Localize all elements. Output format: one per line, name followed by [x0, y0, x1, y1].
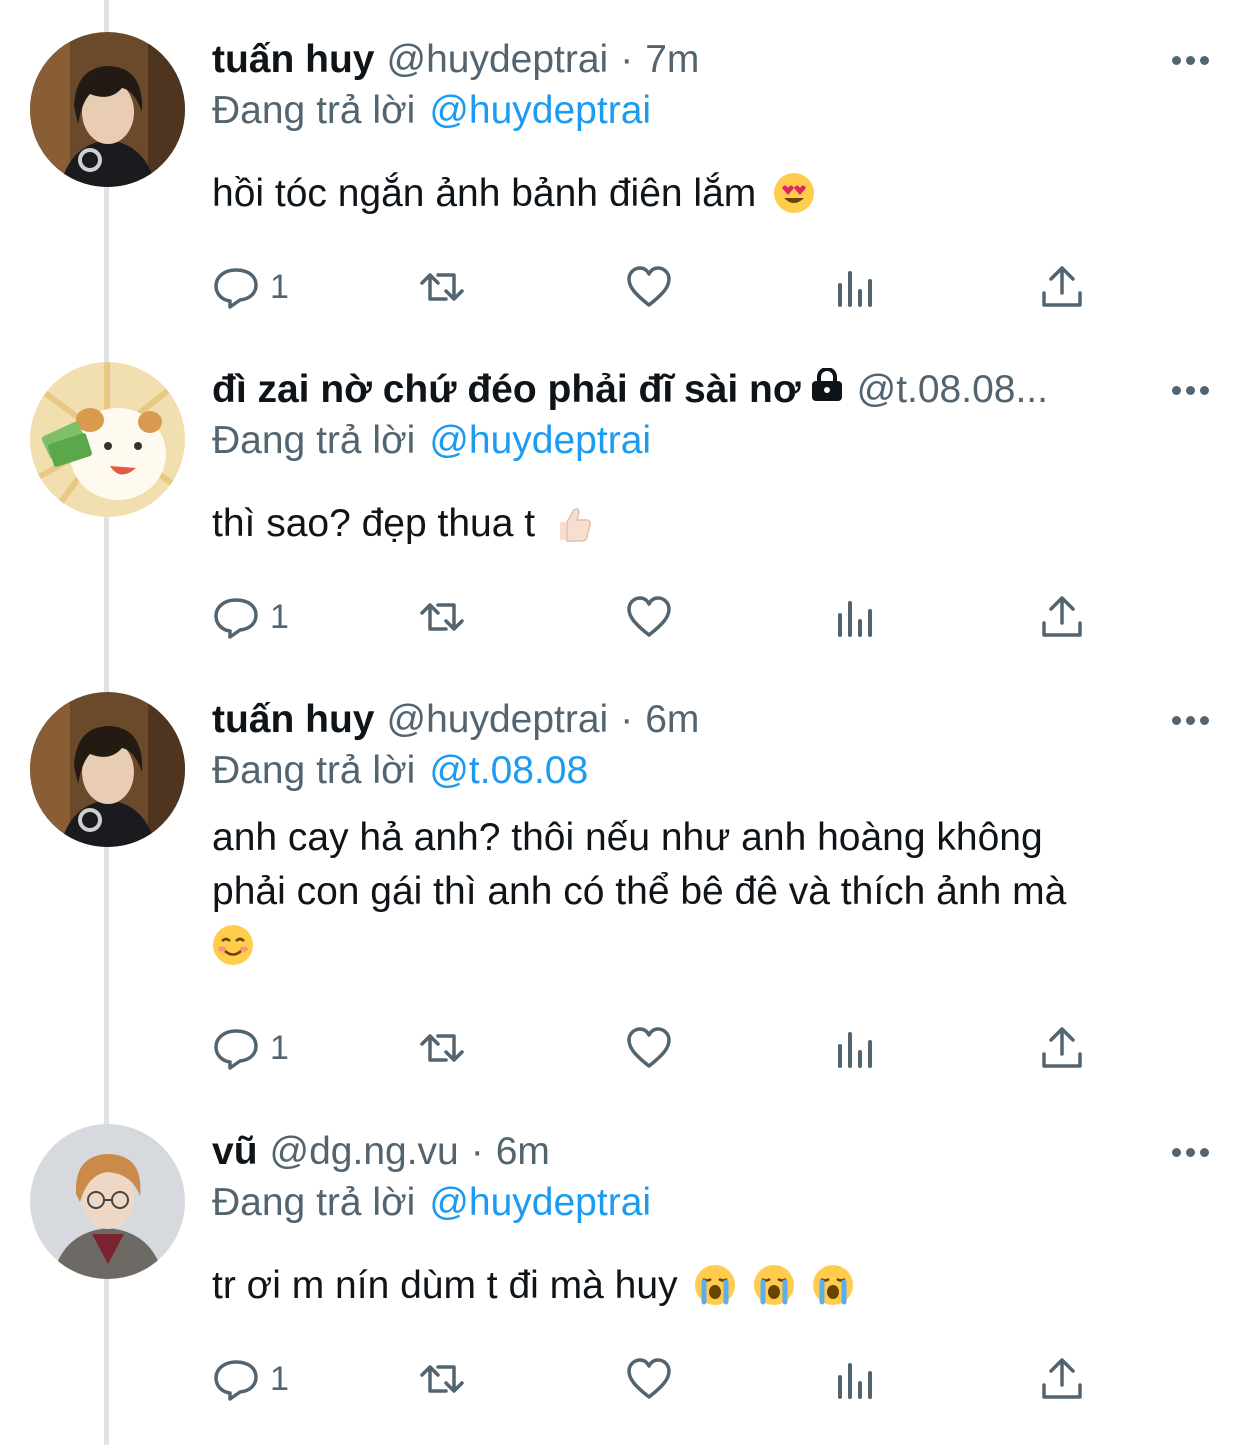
analytics-icon	[838, 271, 872, 307]
tweet-text: tr ơi m nín dùm t đi mà huy	[212, 1259, 1202, 1313]
analytics-button[interactable]	[832, 592, 880, 642]
reply-icon	[214, 1360, 258, 1401]
like-button[interactable]	[625, 262, 673, 312]
tweet-text-line: anh cay hả anh? thôi nếu như anh hoàng k…	[212, 816, 1043, 859]
tweet-text-content: tr ơi m nín dùm t đi mà huy	[212, 1264, 678, 1307]
avatar[interactable]	[30, 362, 185, 517]
retweet-icon	[420, 1365, 464, 1393]
user-handle[interactable]: @huydeptrai	[387, 695, 609, 745]
loudly-crying-emoji	[695, 1265, 736, 1305]
replying-to: Đang trả lời @huydeptrai	[212, 1178, 651, 1228]
replying-to: Đang trả lời @huydeptrai	[212, 416, 651, 466]
share-icon	[1042, 596, 1082, 637]
lock-icon	[811, 368, 842, 401]
separator-dot: ·	[620, 38, 634, 81]
more-options-icon[interactable]	[1168, 1137, 1212, 1167]
reply-mention-link[interactable]: @t.08.08	[429, 749, 588, 792]
tweet-text: thì sao? đẹp thua t	[212, 497, 1202, 551]
reply-mention-link[interactable]: @huydeptrai	[429, 89, 651, 132]
retweet-icon	[420, 1034, 464, 1062]
share-icon	[1042, 1027, 1082, 1068]
reply-mention-link[interactable]: @huydeptrai	[429, 419, 651, 462]
display-name[interactable]: vũ	[212, 1127, 258, 1177]
smiling-face-emoji	[213, 925, 253, 965]
like-button[interactable]	[625, 1354, 673, 1404]
share-button[interactable]	[1038, 1354, 1086, 1404]
reply-mention-link[interactable]: @huydeptrai	[429, 1181, 651, 1224]
timestamp[interactable]: 6m	[496, 1127, 550, 1177]
retweet-button[interactable]	[418, 592, 466, 642]
heart-icon	[627, 266, 671, 307]
replying-to: Đang trả lời @t.08.08	[212, 746, 588, 796]
avatar[interactable]	[30, 32, 185, 187]
retweet-icon	[420, 273, 464, 301]
timestamp[interactable]: 7m	[645, 35, 699, 85]
avatar[interactable]	[30, 1124, 185, 1279]
tweet-text: anh cay hả anh? thôi nếu như anh hoàng k…	[212, 811, 1202, 973]
retweet-button[interactable]	[418, 262, 466, 312]
replying-to-label: Đang trả lời	[212, 89, 416, 132]
more-options-icon[interactable]	[1168, 705, 1212, 735]
display-name[interactable]: tuấn huy	[212, 35, 375, 85]
user-handle[interactable]: @huydeptrai	[387, 35, 609, 85]
analytics-button[interactable]	[832, 262, 880, 312]
display-name[interactable]: tuấn huy	[212, 695, 375, 745]
separator-dot: ·	[620, 698, 634, 741]
replying-to: Đang trả lời @huydeptrai	[212, 86, 651, 136]
tweet-actions: 1	[212, 1354, 1112, 1404]
heart-icon	[627, 1027, 671, 1068]
loudly-crying-emoji	[754, 1265, 795, 1305]
reply-count: 1	[270, 1028, 289, 1067]
analytics-button[interactable]	[832, 1354, 880, 1404]
reply-button[interactable]: 1	[212, 1354, 289, 1404]
share-button[interactable]	[1038, 1023, 1086, 1073]
reply-count: 1	[270, 267, 289, 306]
tweet-actions: 1	[212, 592, 1112, 642]
analytics-icon	[838, 1032, 872, 1068]
user-handle[interactable]: @dg.ng.vu	[270, 1127, 459, 1177]
share-button[interactable]	[1038, 262, 1086, 312]
tweet-actions: 1	[212, 1023, 1112, 1073]
replying-to-label: Đang trả lời	[212, 1181, 416, 1224]
like-button[interactable]	[625, 1023, 673, 1073]
more-options-icon[interactable]	[1168, 45, 1212, 75]
analytics-icon	[838, 1363, 872, 1399]
heart-icon	[627, 1358, 671, 1399]
share-icon	[1042, 1358, 1082, 1399]
share-icon	[1042, 266, 1082, 307]
reply-button[interactable]: 1	[212, 592, 289, 642]
user-handle[interactable]: @t.08.08...	[857, 365, 1048, 415]
analytics-icon	[838, 601, 872, 637]
separator-dot: ·	[470, 1130, 484, 1173]
timestamp[interactable]: 6m	[645, 695, 699, 745]
reply-icon	[214, 268, 258, 309]
display-name[interactable]: đì zai nờ chứ đéo phải đĩ sài nơ	[212, 365, 801, 415]
retweet-button[interactable]	[418, 1023, 466, 1073]
reply-icon	[214, 1029, 258, 1070]
thumbs-up-emoji	[559, 508, 591, 542]
reply-button[interactable]: 1	[212, 262, 289, 312]
tweet-text-content: thì sao? đẹp thua t	[212, 502, 536, 545]
tweet-text: hồi tóc ngắn ảnh bảnh điên lắm	[212, 167, 1202, 221]
tweet-text-content: hồi tóc ngắn ảnh bảnh điên lắm	[212, 172, 757, 215]
share-button[interactable]	[1038, 592, 1086, 642]
tweet-actions: 1	[212, 262, 1112, 312]
avatar[interactable]	[30, 692, 185, 847]
loudly-crying-emoji	[813, 1265, 854, 1305]
retweet-icon	[420, 603, 464, 631]
reply-icon	[214, 598, 258, 639]
analytics-button[interactable]	[832, 1023, 880, 1073]
more-options-icon[interactable]	[1168, 375, 1212, 405]
heart-icon	[627, 596, 671, 637]
retweet-button[interactable]	[418, 1354, 466, 1404]
heart-eyes-emoji	[774, 173, 815, 213]
reply-count: 1	[270, 1359, 289, 1398]
tweet-text-line: phải con gái thì anh có thể bê đê và thí…	[212, 870, 1067, 913]
reply-count: 1	[270, 597, 289, 636]
replying-to-label: Đang trả lời	[212, 419, 416, 462]
replying-to-label: Đang trả lời	[212, 749, 416, 792]
like-button[interactable]	[625, 592, 673, 642]
reply-button[interactable]: 1	[212, 1023, 289, 1073]
